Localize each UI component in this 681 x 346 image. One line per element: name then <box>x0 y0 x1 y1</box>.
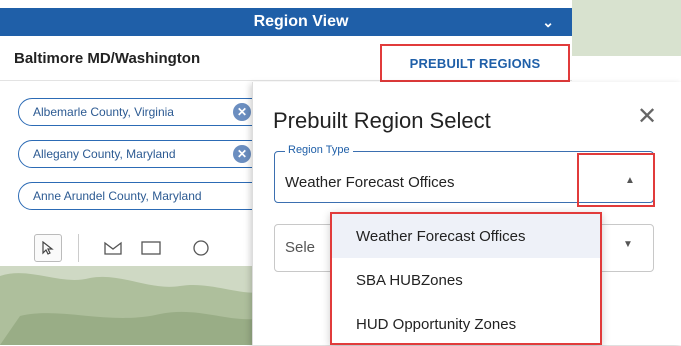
header-title: Region View <box>253 13 349 30</box>
region-type-dropdown: Weather Forecast Offices SBA HUBZones HU… <box>330 212 602 345</box>
chevron-down-icon[interactable]: ⌄ <box>542 14 554 31</box>
option-label: HUD Opportunity Zones <box>356 315 517 333</box>
map-area[interactable] <box>572 0 681 56</box>
close-icon[interactable]: ✕ <box>637 102 657 131</box>
polygon-icon <box>104 241 122 255</box>
caret-up-icon[interactable]: ▲ <box>625 175 635 186</box>
region-select-placeholder: Sele <box>285 239 316 256</box>
dropdown-option[interactable]: SBA HUBZones <box>330 258 602 302</box>
prebuilt-regions-button[interactable]: PREBUILT REGIONS <box>380 44 570 82</box>
region-view-header[interactable]: Region View ⌄ <box>0 8 572 36</box>
region-type-value: Weather Forecast Offices <box>285 174 455 191</box>
chip-label: Allegany County, Maryland <box>33 147 176 161</box>
region-chip: Allegany County, Maryland ✕ <box>18 140 276 168</box>
region-chip: Albemarle County, Virginia ✕ <box>18 98 276 126</box>
remove-chip-icon[interactable]: ✕ <box>233 145 251 163</box>
map-area-lower[interactable] <box>0 266 262 345</box>
polygon-tool-button[interactable] <box>103 240 123 256</box>
caret-down-icon[interactable]: ▼ <box>623 239 633 250</box>
region-name: Baltimore MD/Washington <box>14 50 201 67</box>
selected-regions-list: Albemarle County, Virginia ✕ Allegany Co… <box>0 88 276 238</box>
region-chip: Anne Arundel County, Maryland <box>18 182 276 210</box>
rectangle-tool-button[interactable] <box>140 240 162 256</box>
dropdown-option[interactable]: Weather Forecast Offices <box>330 214 602 258</box>
draw-toolbar <box>0 234 262 266</box>
circle-tool-button[interactable] <box>192 239 210 257</box>
dropdown-option[interactable]: HUD Opportunity Zones <box>330 302 602 346</box>
toolbar-divider <box>78 234 79 262</box>
chip-label: Anne Arundel County, Maryland <box>33 189 202 203</box>
chip-label: Albemarle County, Virginia <box>33 105 174 119</box>
dialog-title: Prebuilt Region Select <box>273 108 491 133</box>
region-type-label: Region Type <box>285 144 353 156</box>
dropdown-toggle-highlight[interactable] <box>577 153 655 207</box>
rectangle-icon <box>141 241 161 255</box>
option-label: Weather Forecast Offices <box>356 227 526 245</box>
option-label: SBA HUBZones <box>356 271 463 289</box>
remove-chip-icon[interactable]: ✕ <box>233 103 251 121</box>
circle-icon <box>193 240 209 256</box>
pointer-tool-button[interactable] <box>34 234 62 262</box>
map-terrain <box>0 273 262 345</box>
pointer-icon <box>42 241 54 255</box>
